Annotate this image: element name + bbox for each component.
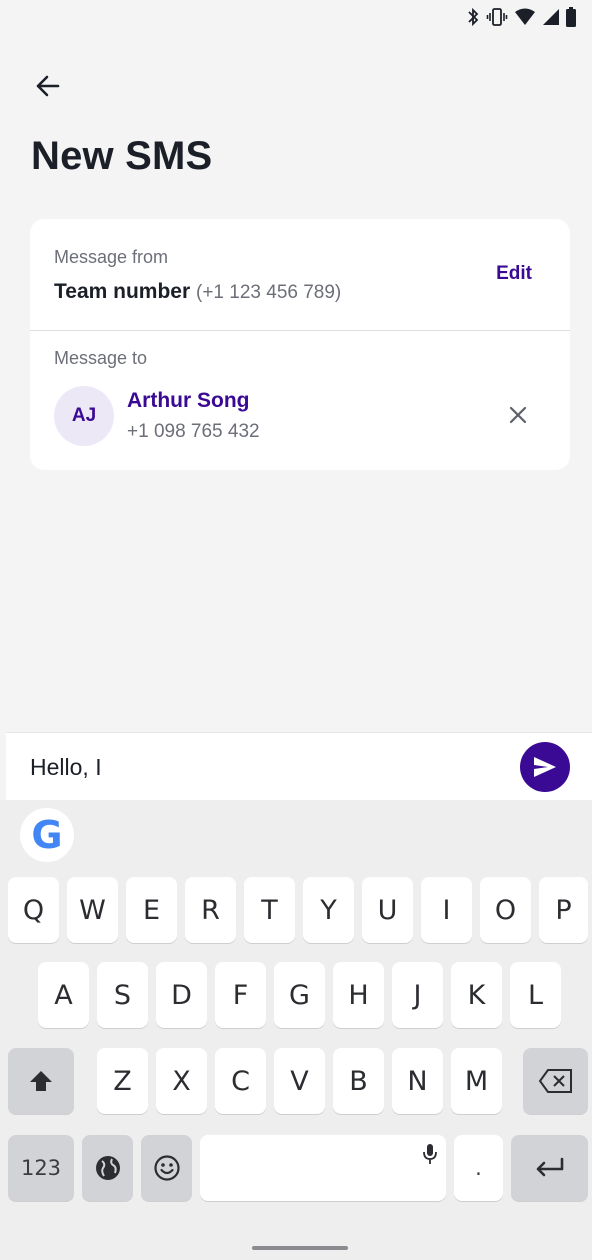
sender-name: Team number (54, 280, 191, 303)
google-button[interactable]: G (20, 808, 74, 862)
shift-icon (30, 1071, 52, 1091)
key-a[interactable]: A (38, 962, 89, 1028)
key-c[interactable]: C (215, 1048, 266, 1114)
recipient-avatar: AJ (54, 386, 114, 446)
key-w[interactable]: W (67, 877, 118, 943)
key-n[interactable]: N (392, 1048, 443, 1114)
key-h[interactable]: H (333, 962, 384, 1028)
back-button[interactable] (30, 68, 66, 104)
key-z[interactable]: Z (97, 1048, 148, 1114)
vibrate-icon (486, 8, 508, 26)
key-e[interactable]: E (126, 877, 177, 943)
message-input[interactable] (30, 749, 500, 785)
arrow-left-icon (36, 75, 60, 97)
cell-signal-icon (543, 9, 559, 25)
key-b[interactable]: B (333, 1048, 384, 1114)
shift-key[interactable] (8, 1048, 74, 1114)
key-m[interactable]: M (451, 1048, 502, 1114)
enter-key[interactable] (511, 1135, 588, 1201)
message-to-label: Message to (54, 348, 148, 368)
sms-details-card: Message from Team number (+1 123 456 789… (30, 219, 570, 470)
key-l[interactable]: L (510, 962, 561, 1028)
message-from-label: Message from (54, 247, 169, 267)
key-q[interactable]: Q (8, 877, 59, 943)
key-u[interactable]: U (362, 877, 413, 943)
remove-recipient-button[interactable] (506, 403, 530, 427)
mic-icon (423, 1144, 437, 1164)
key-o[interactable]: O (480, 877, 531, 943)
status-bar (0, 0, 592, 34)
on-screen-keyboard: G Q W E R T Y U I O P A S D F G H J K L … (0, 800, 592, 1260)
message-composer (6, 732, 592, 800)
send-button[interactable] (520, 742, 570, 792)
sender-number: (+1 123 456 789) (196, 282, 342, 303)
key-d[interactable]: D (156, 962, 207, 1028)
key-g[interactable]: G (274, 962, 325, 1028)
recipient-number: +1 098 765 432 (127, 421, 260, 442)
card-divider (30, 330, 570, 331)
recipient-name: Arthur Song (127, 389, 250, 412)
emoji-icon (153, 1155, 180, 1181)
key-y[interactable]: Y (303, 877, 354, 943)
period-key[interactable]: . (454, 1135, 503, 1201)
key-f[interactable]: F (215, 962, 266, 1028)
key-k[interactable]: K (451, 962, 502, 1028)
key-r[interactable]: R (185, 877, 236, 943)
page-title: New SMS (31, 134, 213, 178)
google-g-icon: G (31, 813, 63, 857)
globe-key[interactable] (82, 1135, 133, 1201)
numbers-key[interactable]: 123 (8, 1135, 74, 1201)
space-key[interactable] (200, 1135, 446, 1201)
key-p[interactable]: P (539, 877, 588, 943)
key-i[interactable]: I (421, 877, 472, 943)
message-from-value: Team number (+1 123 456 789) (54, 280, 341, 304)
send-icon (534, 757, 556, 777)
key-j[interactable]: J (392, 962, 443, 1028)
key-x[interactable]: X (156, 1048, 207, 1114)
edit-sender-button[interactable]: Edit (496, 263, 532, 285)
globe-icon (95, 1156, 120, 1180)
battery-icon (566, 7, 576, 27)
wifi-icon (515, 8, 535, 25)
enter-icon (536, 1157, 563, 1177)
emoji-key[interactable] (141, 1135, 192, 1201)
key-v[interactable]: V (274, 1048, 325, 1114)
close-icon (509, 406, 527, 424)
key-s[interactable]: S (97, 962, 148, 1028)
backspace-key[interactable] (523, 1048, 588, 1114)
backspace-icon (538, 1069, 572, 1093)
navigation-handle[interactable] (252, 1246, 348, 1250)
bluetooth-icon (468, 7, 479, 27)
key-t[interactable]: T (244, 877, 295, 943)
